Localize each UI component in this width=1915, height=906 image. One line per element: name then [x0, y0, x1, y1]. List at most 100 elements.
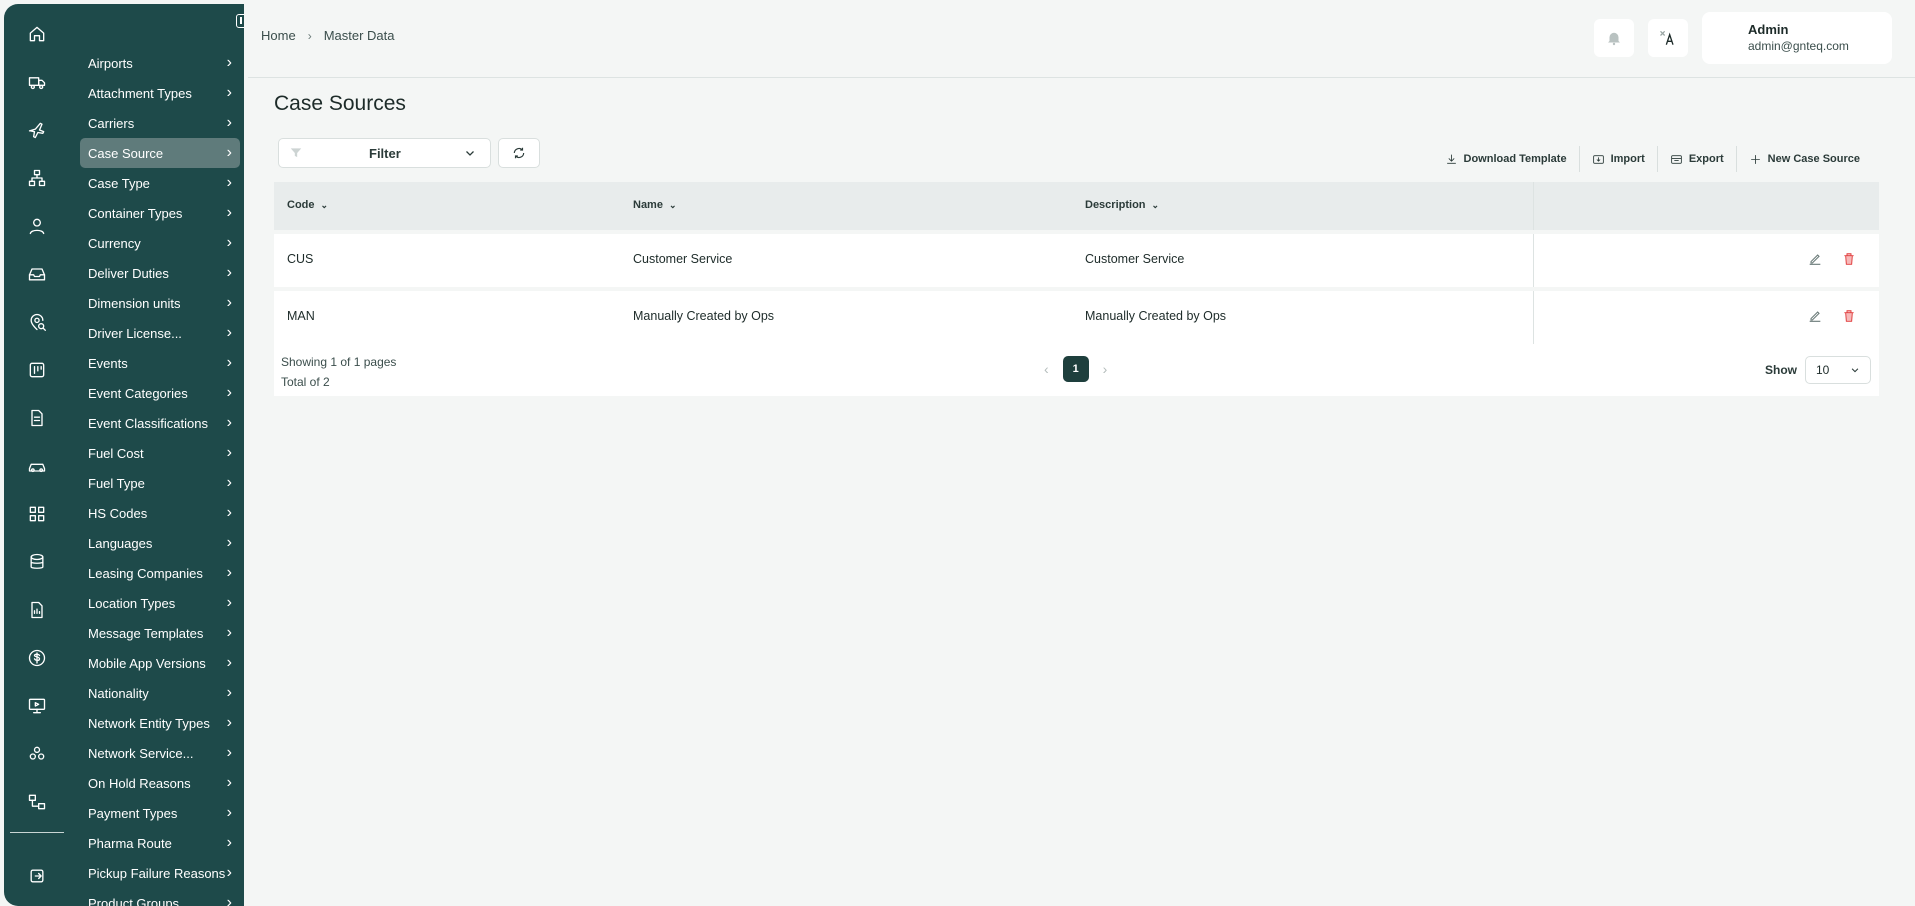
table-actions: Download Template Import Export New Case… [1433, 146, 1873, 172]
sidebar-item[interactable]: Dimension units › [80, 288, 240, 318]
sidebar-item-label: Event Classifications [88, 415, 208, 431]
board-icon[interactable] [25, 358, 49, 382]
sidebar-item[interactable]: Fuel Type › [80, 468, 240, 498]
cell-name: Customer Service [633, 252, 733, 266]
sidebar-item[interactable]: Driver License... › [80, 318, 240, 348]
delete-icon[interactable] [1841, 251, 1857, 267]
edit-icon[interactable] [1807, 308, 1823, 324]
sidebar-item[interactable]: Carriers › [80, 108, 240, 138]
report-icon[interactable] [25, 598, 49, 622]
sidebar-item-label: Leasing Companies [88, 565, 203, 581]
dollar-icon[interactable] [25, 646, 49, 670]
chevron-right-icon: › [226, 474, 232, 491]
chevron-right-icon: › [226, 354, 232, 371]
sidebar-item[interactable]: Pharma Route › [80, 828, 240, 858]
edit-icon[interactable] [1807, 251, 1823, 267]
location-search-icon[interactable] [25, 310, 49, 334]
chevron-right-icon: › [226, 204, 232, 221]
total-count-text: Total of 2 [281, 375, 330, 389]
network-icon[interactable] [25, 166, 49, 190]
column-header-description[interactable]: Description ⌄ [1085, 199, 1159, 211]
sidebar-item[interactable]: On Hold Reasons › [80, 768, 240, 798]
sidebar-item-label: Attachment Types [88, 85, 192, 101]
sidebar-collapse-icon[interactable] [236, 14, 244, 28]
sidebar-item[interactable]: Leasing Companies › [80, 558, 240, 588]
chevron-right-icon: › [226, 744, 232, 761]
download-template-button[interactable]: Download Template [1433, 146, 1579, 172]
sidebar-item[interactable]: Currency › [80, 228, 240, 258]
sidebar-item[interactable]: Airports › [80, 48, 240, 78]
show-label: Show [1765, 363, 1797, 377]
dashboard-icon[interactable] [25, 502, 49, 526]
car-icon[interactable] [25, 454, 49, 478]
sidebar-item-label: On Hold Reasons [88, 775, 191, 791]
table-row[interactable]: CUS Customer Service Customer Service [274, 234, 1879, 287]
refresh-button[interactable] [498, 138, 540, 168]
filter-dropdown[interactable]: Filter [278, 138, 491, 168]
workflow-icon[interactable] [25, 790, 49, 814]
icon-rail [4, 4, 70, 906]
user-email: admin@gnteq.com [1748, 39, 1849, 53]
chevron-right-icon: › [226, 84, 232, 101]
inbox-icon[interactable] [25, 262, 49, 286]
translate-button[interactable] [1648, 19, 1688, 57]
sidebar-item[interactable]: Case Source › [80, 138, 240, 168]
plane-icon[interactable] [25, 118, 49, 142]
sort-chevron-icon: ⌄ [1151, 199, 1160, 210]
sidebar-item[interactable]: Network Entity Types › [80, 708, 240, 738]
showing-pages-text: Showing 1 of 1 pages [281, 355, 397, 369]
next-page-icon[interactable]: › [1103, 361, 1108, 377]
sidebar-item[interactable]: Location Types › [80, 588, 240, 618]
home-icon[interactable] [25, 22, 49, 46]
sidebar-item[interactable]: Event Classifications › [80, 408, 240, 438]
column-header-code[interactable]: Code ⌄ [287, 199, 328, 211]
delete-icon[interactable] [1841, 308, 1857, 324]
sidebar-item[interactable]: Payment Types › [80, 798, 240, 828]
truck-icon[interactable] [25, 70, 49, 94]
logout-icon[interactable] [25, 864, 49, 888]
import-button[interactable]: Import [1578, 146, 1657, 172]
notifications-button[interactable] [1594, 19, 1634, 57]
sidebar-item[interactable]: Pickup Failure Reasons › [80, 858, 240, 888]
breadcrumb-home[interactable]: Home [261, 28, 296, 43]
user-icon[interactable] [25, 214, 49, 238]
table-row[interactable]: MAN Manually Created by Ops Manually Cre… [274, 291, 1879, 344]
new-case-source-button[interactable]: New Case Source [1735, 146, 1872, 172]
sidebar-item[interactable]: Mobile App Versions › [80, 648, 240, 678]
chevron-right-icon: › [226, 834, 232, 851]
sidebar-item[interactable]: HS Codes › [80, 498, 240, 528]
sidebar-item[interactable]: Fuel Cost › [80, 438, 240, 468]
sidebar-item-label: HS Codes [88, 505, 148, 521]
column-header-description-label: Description [1085, 199, 1146, 211]
sidebar-item[interactable]: Event Categories › [80, 378, 240, 408]
sidebar-item[interactable]: Nationality › [80, 678, 240, 708]
chevron-right-icon: › [226, 114, 232, 131]
sidebar-item[interactable]: Network Service... › [80, 738, 240, 768]
export-button[interactable]: Export [1656, 146, 1736, 172]
page-size-value: 10 [1816, 363, 1830, 377]
sidebar-item[interactable]: Attachment Types › [80, 78, 240, 108]
sidebar-item[interactable]: Events › [80, 348, 240, 378]
prev-page-icon[interactable]: ‹ [1044, 361, 1049, 377]
cluster-icon[interactable] [25, 742, 49, 766]
chevron-right-icon: › [226, 264, 232, 281]
sidebar-item[interactable]: Deliver Duties › [80, 258, 240, 288]
column-header-name[interactable]: Name ⌄ [633, 199, 677, 211]
sidebar-item-label: Fuel Cost [88, 445, 144, 461]
chevron-right-icon: › [226, 714, 232, 731]
cell-code: MAN [287, 309, 315, 323]
sidebar-item[interactable]: Message Templates › [80, 618, 240, 648]
chevron-right-icon: › [226, 594, 232, 611]
sidebar-item[interactable]: Case Type › [80, 168, 240, 198]
sidebar-item[interactable]: Languages › [80, 528, 240, 558]
sidebar-item[interactable]: Product Groups › [80, 888, 240, 906]
page-size-select[interactable]: 10 [1805, 356, 1871, 384]
user-card[interactable]: Admin admin@gnteq.com [1702, 12, 1892, 64]
page-number-button[interactable]: 1 [1062, 356, 1089, 382]
document-icon[interactable] [25, 406, 49, 430]
database-icon[interactable] [25, 550, 49, 574]
sidebar-item-label: Message Templates [88, 625, 204, 641]
presentation-icon[interactable] [25, 694, 49, 718]
sidebar-item[interactable]: Container Types › [80, 198, 240, 228]
sidebar-item-label: Event Categories [88, 385, 188, 401]
